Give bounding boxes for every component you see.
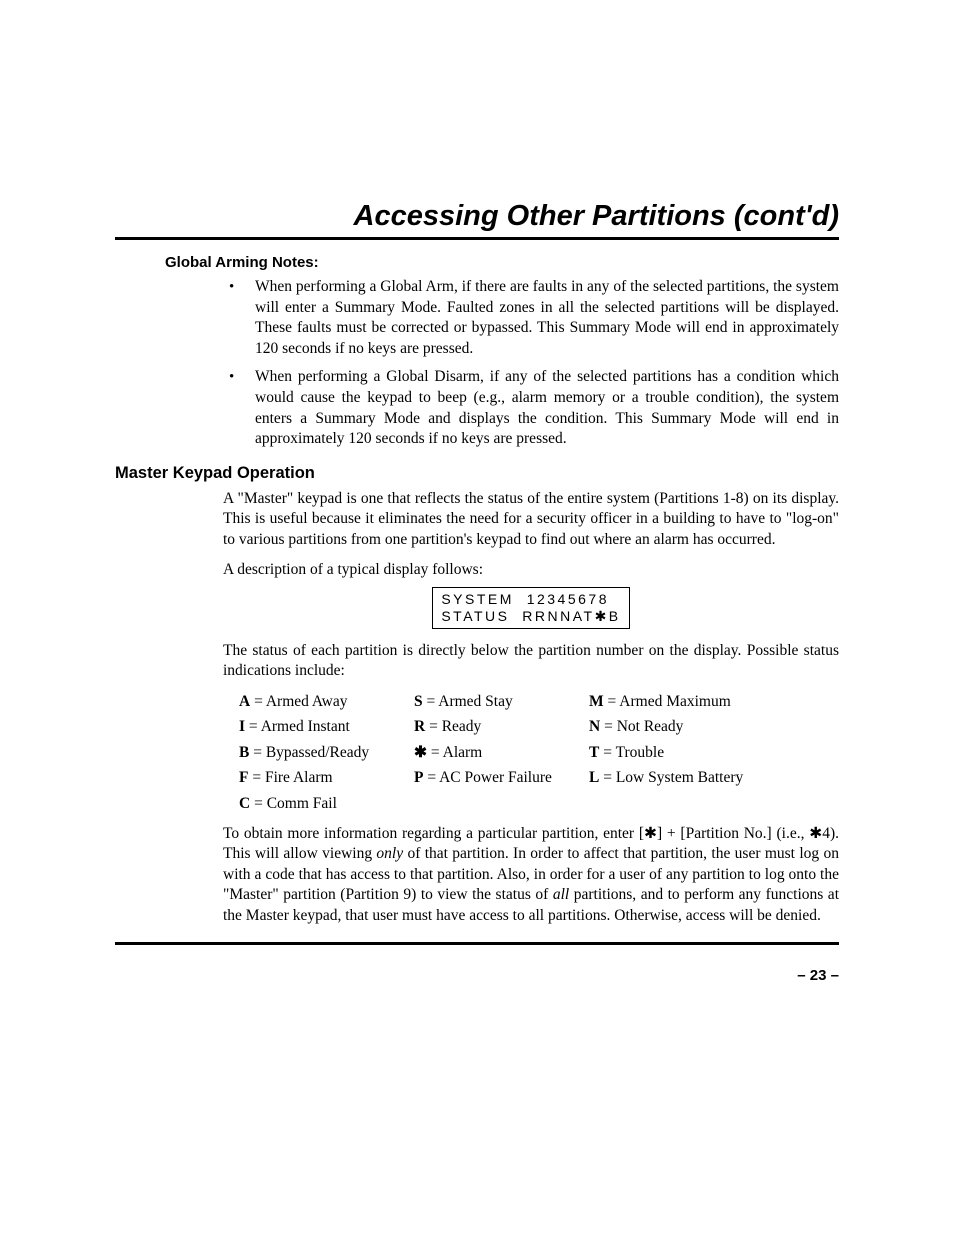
status-item: R = Ready xyxy=(414,717,589,737)
status-item: S = Armed Stay xyxy=(414,692,589,712)
status-item: F = Fire Alarm xyxy=(239,768,414,788)
bullet-item: When performing a Global Arm, if there a… xyxy=(255,277,839,359)
status-item: M = Armed Maximum xyxy=(589,692,839,712)
page-number: – 23 – xyxy=(115,967,839,984)
master-keypad-heading: Master Keypad Operation xyxy=(115,464,839,483)
status-item: ✱ = Alarm xyxy=(414,743,589,763)
global-arming-notes-heading: Global Arming Notes: xyxy=(165,254,839,271)
master-keypad-body: A "Master" keypad is one that reflects t… xyxy=(223,489,839,926)
heading-rule xyxy=(115,237,839,240)
display-line-2: STATUS RRNNAT✱B xyxy=(441,608,620,624)
keypad-display-sample: SYSTEM 12345678 STATUS RRNNAT✱B xyxy=(432,587,629,629)
document-page: Accessing Other Partitions (cont'd) Glob… xyxy=(0,0,954,1235)
status-item: I = Armed Instant xyxy=(239,717,414,737)
status-item: C = Comm Fail xyxy=(239,794,414,814)
status-item: T = Trouble xyxy=(589,743,839,763)
footer-rule xyxy=(115,942,839,945)
paragraph: A "Master" keypad is one that reflects t… xyxy=(223,489,839,550)
display-line-1: SYSTEM 12345678 xyxy=(441,591,609,607)
status-item: B = Bypassed/Ready xyxy=(239,743,414,763)
status-item: A = Armed Away xyxy=(239,692,414,712)
paragraph: The status of each partition is directly… xyxy=(223,641,839,682)
page-title: Accessing Other Partitions (cont'd) xyxy=(115,200,839,233)
paragraph: A description of a typical display follo… xyxy=(223,560,839,580)
status-item: N = Not Ready xyxy=(589,717,839,737)
status-item: L = Low System Battery xyxy=(589,768,839,788)
status-item: P = AC Power Failure xyxy=(414,768,589,788)
status-indications-grid: A = Armed Away S = Armed Stay M = Armed … xyxy=(239,692,839,814)
global-arming-bullet-list: When performing a Global Arm, if there a… xyxy=(115,277,839,450)
bullet-item: When performing a Global Disarm, if any … xyxy=(255,367,839,449)
paragraph: To obtain more information regarding a p… xyxy=(223,824,839,926)
